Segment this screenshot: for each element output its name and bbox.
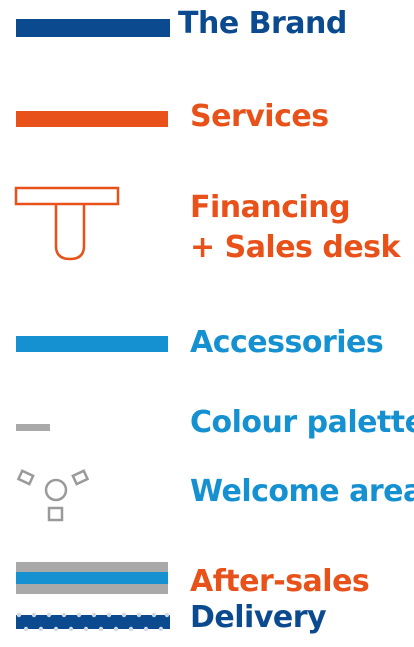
dark-blue-bar-symbol	[16, 19, 170, 37]
legend-label-after-sales: After-sales	[190, 564, 370, 599]
grey-dash-symbol	[16, 424, 50, 431]
legend-label-delivery: Delivery	[190, 600, 327, 635]
light-blue-bar-symbol	[16, 336, 168, 352]
legend-label-financing: Financing	[190, 190, 351, 225]
dotted-navy-bar-symbol	[16, 612, 170, 632]
legend-label-colour-palette: Colour palette	[190, 405, 414, 440]
orange-bar-symbol	[16, 111, 168, 127]
grey-blue-band-symbol	[16, 562, 168, 594]
grey-blue-band-inner-stripe	[16, 572, 168, 584]
legend-label-accessories: Accessories	[190, 325, 384, 360]
seating-cluster-icon	[16, 469, 90, 522]
legend-label-the-brand: The Brand	[178, 6, 347, 41]
legend-label-services: Services	[190, 99, 329, 134]
legend-label-welcome-area: Welcome area	[190, 474, 414, 509]
legend-label-sales-desk: + Sales desk	[190, 230, 401, 265]
sales-desk-outline-icon	[14, 186, 120, 261]
